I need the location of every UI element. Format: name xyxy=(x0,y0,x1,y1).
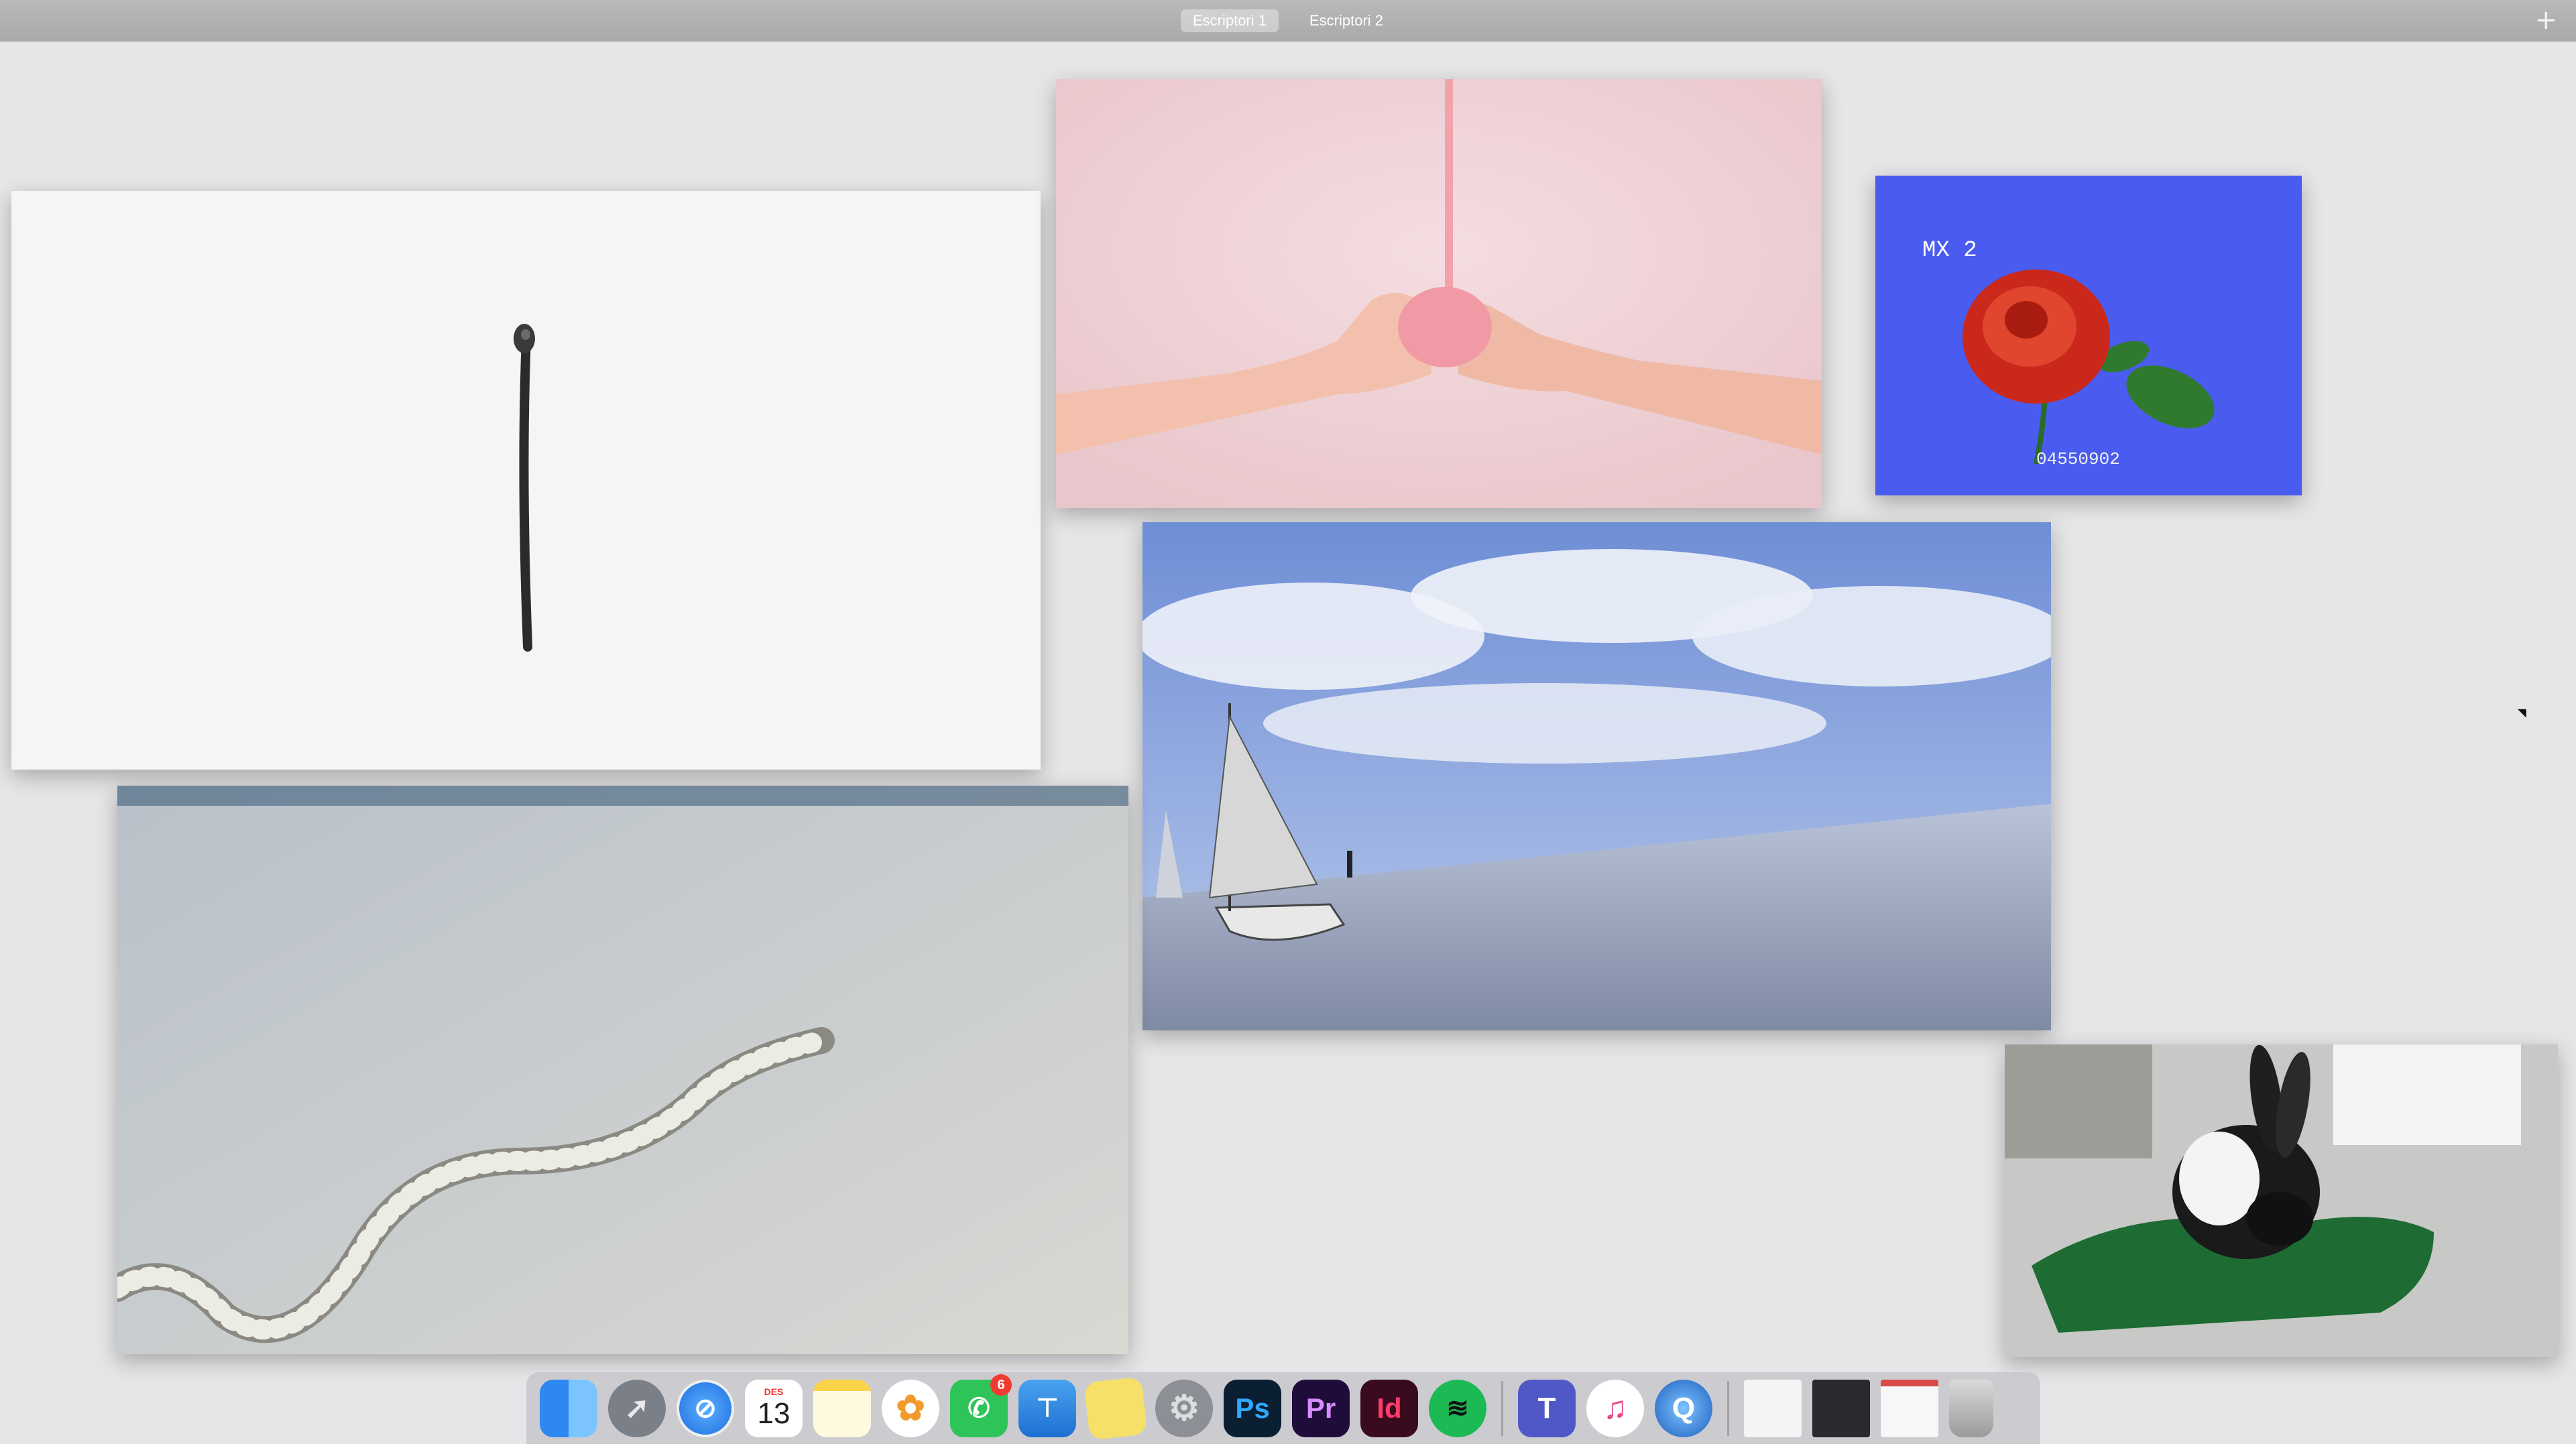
photoshop-icon[interactable]: Ps xyxy=(1224,1379,1281,1437)
photos-icon[interactable]: ✿ xyxy=(882,1379,939,1437)
document-thumbnail-icon[interactable] xyxy=(1744,1379,1802,1437)
trash-icon[interactable] xyxy=(1949,1379,1993,1437)
burnt-match-window[interactable] xyxy=(11,191,1041,770)
system-preferences-icon[interactable]: ⚙ xyxy=(1155,1379,1213,1437)
vhs-channel-label: MX 2 xyxy=(1922,238,1977,263)
sailboat-image xyxy=(1143,522,2051,1030)
sailboat-window[interactable] xyxy=(1143,522,2051,1030)
plus-icon[interactable]: + xyxy=(2534,5,2557,35)
browser-window-thumbnail-icon[interactable] xyxy=(1881,1379,1938,1437)
notes-icon[interactable] xyxy=(813,1379,871,1437)
safari-icon[interactable]: ⊘ xyxy=(677,1379,734,1437)
calendar-month-label: DES xyxy=(764,1386,784,1397)
calendar-day-label: 13 xyxy=(757,1396,791,1430)
vhs-counter-label: 04550902 xyxy=(2036,449,2120,469)
premiere-icon[interactable]: Pr xyxy=(1292,1379,1350,1437)
burnt-match-image xyxy=(11,191,1041,770)
teams-icon[interactable]: T xyxy=(1518,1379,1576,1437)
mouse-cursor xyxy=(2517,705,2531,718)
premiere-window-thumbnail-icon[interactable] xyxy=(1812,1379,1870,1437)
quicktime-icon[interactable]: Q xyxy=(1655,1379,1712,1437)
space-tab-escriptori-2[interactable]: Escriptori 2 xyxy=(1297,9,1395,32)
space-tab-escriptori-1[interactable]: Escriptori 1 xyxy=(1180,9,1279,32)
dock: ➚ ⊘ DES 13 ✿ ✆ 6 ⊤ ⚙ Ps Pr Id ≋ T ♫ Q xyxy=(526,1372,2040,1444)
pink-slime-hands-window[interactable] xyxy=(1056,79,1822,508)
itunes-icon[interactable]: ♫ xyxy=(1586,1379,1644,1437)
vhs-rose-window[interactable]: MX 2 04550902 xyxy=(1875,176,2302,495)
dock-separator xyxy=(1501,1380,1503,1436)
facetime-badge: 6 xyxy=(990,1374,1012,1396)
launchpad-icon[interactable]: ➚ xyxy=(608,1379,666,1437)
stickies-icon[interactable] xyxy=(1084,1376,1148,1440)
finder-icon[interactable] xyxy=(540,1379,597,1437)
eel-window[interactable] xyxy=(117,786,1128,1354)
spotify-icon[interactable]: ≋ xyxy=(1429,1379,1486,1437)
sand-eel-image xyxy=(117,786,1128,1354)
keynote-icon[interactable]: ⊤ xyxy=(1018,1379,1076,1437)
rabbit-image xyxy=(2005,1044,2558,1357)
hands-pink-slime-image xyxy=(1056,79,1822,508)
facetime-icon[interactable]: ✆ 6 xyxy=(950,1374,1012,1437)
rose-image: MX 2 04550902 xyxy=(1875,176,2302,495)
calendar-icon[interactable]: DES 13 xyxy=(745,1379,803,1437)
rabbit-window[interactable] xyxy=(2005,1044,2558,1357)
spaces-bar: Escriptori 1 Escriptori 2 + xyxy=(0,0,2576,42)
indesign-icon[interactable]: Id xyxy=(1360,1379,1418,1437)
dock-separator xyxy=(1727,1380,1729,1436)
